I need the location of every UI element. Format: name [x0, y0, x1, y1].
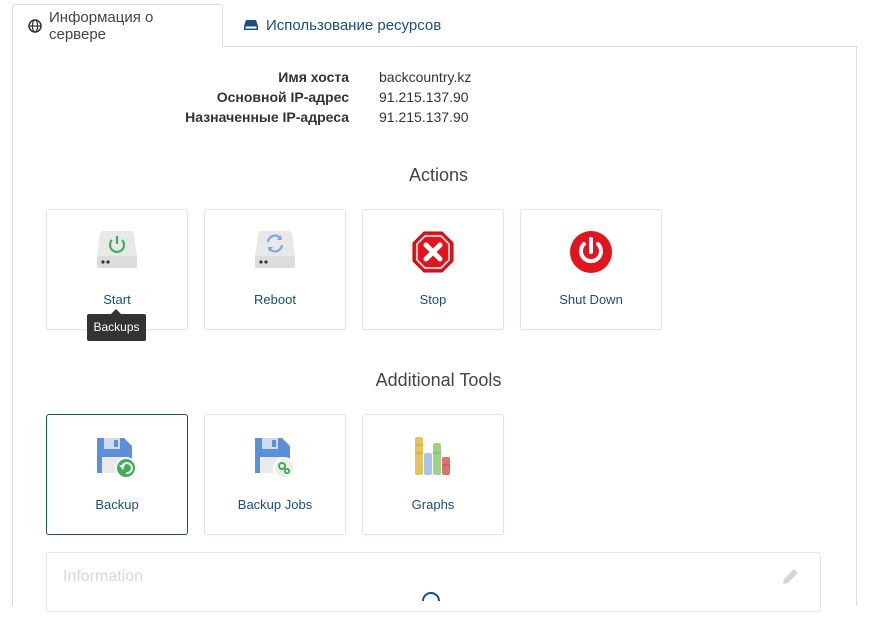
tab-bar: Информация о сервере Использование ресур… — [12, 0, 857, 47]
info-key: Основной IP-адрес — [216, 89, 349, 105]
tab-label: Информация о сервере — [49, 8, 154, 43]
info-value: 91.215.137.90 — [379, 109, 469, 125]
info-row-assigned-ips: Назначенные IP-адреса 91.215.137.90 — [0, 107, 877, 127]
bar-stack-icon — [363, 435, 503, 479]
floppy-gear-icon — [205, 435, 345, 479]
backup-jobs-label: Backup Jobs — [237, 497, 313, 512]
tooltip: Backups — [87, 309, 146, 341]
stop-button[interactable]: Stop — [362, 209, 504, 330]
loading-spinner-icon — [419, 589, 443, 618]
floppy-restore-icon — [47, 435, 187, 479]
start-label: Start — [103, 292, 131, 307]
backup-jobs-button[interactable]: Backup Jobs — [204, 414, 346, 535]
information-card: Information — [46, 552, 821, 612]
shut-down-button[interactable]: Shut Down — [520, 209, 662, 330]
tab-server-info[interactable]: Информация о сервере — [12, 4, 223, 47]
stop-label: Stop — [419, 292, 447, 307]
tab-resource-usage[interactable]: Использование ресурсов — [228, 4, 456, 46]
information-title: Information — [63, 568, 144, 585]
info-row-primary-ip: Основной IP-адрес 91.215.137.90 — [0, 87, 877, 107]
info-value: 91.215.137.90 — [379, 89, 469, 105]
power-button-icon — [521, 230, 661, 274]
info-row-hostname: Имя хоста backcountry.kz — [0, 67, 877, 87]
info-key: Назначенные IP-адреса — [185, 109, 349, 125]
stop-octagon-icon — [363, 230, 503, 274]
additional-tools-title: Additional Tools — [375, 370, 502, 390]
tab-label: Использование ресурсов — [266, 16, 442, 34]
reboot-button[interactable]: Reboot — [204, 209, 346, 330]
graphs-label: Graphs — [411, 497, 455, 512]
backup-button[interactable]: Backup — [46, 414, 188, 535]
server-reboot-icon — [205, 230, 345, 274]
server-power-icon — [47, 230, 187, 274]
hdd-icon — [243, 19, 259, 31]
pencil-icon[interactable] — [780, 567, 800, 592]
info-value: backcountry.kz — [379, 69, 472, 85]
shut-down-label: Shut Down — [559, 292, 623, 307]
graphs-button[interactable]: Graphs — [362, 414, 504, 535]
backup-label: Backup — [95, 497, 139, 512]
actions-title: Actions — [408, 165, 469, 185]
globe-icon — [28, 18, 42, 33]
info-key: Имя хоста — [278, 69, 349, 85]
reboot-label: Reboot — [254, 292, 296, 307]
